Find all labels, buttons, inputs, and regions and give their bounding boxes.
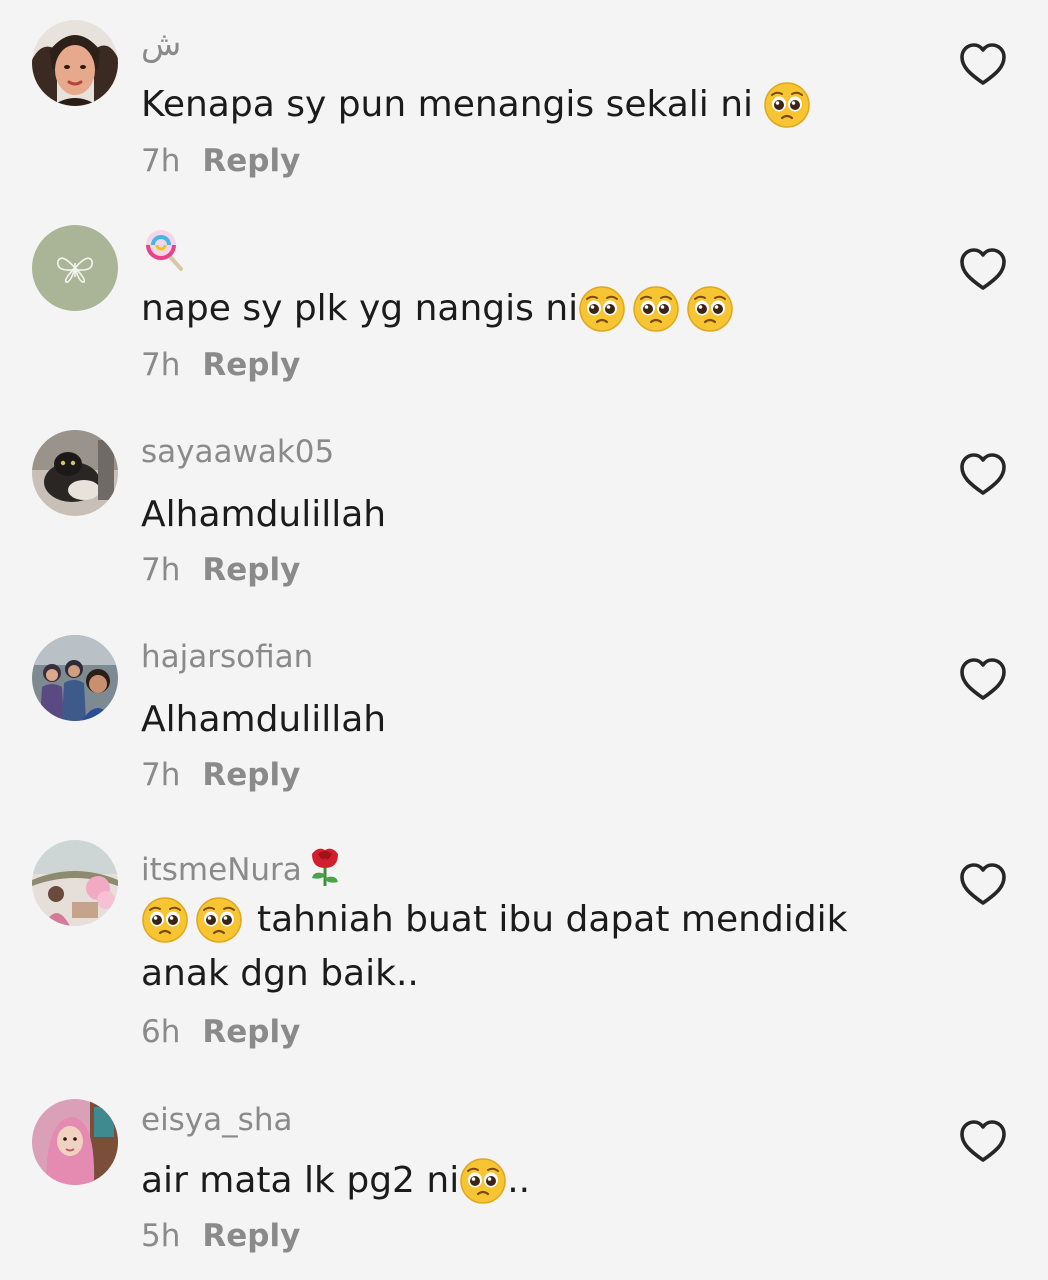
pleading-face-icon — [763, 81, 811, 129]
comment-time: 6h — [141, 1014, 181, 1050]
comment-item: eisya_sha air mata lk pg2 ni .. 5h Reply — [0, 1079, 1048, 1280]
avatar[interactable] — [32, 20, 118, 106]
comment-item: nape sy plk yg nangis ni 7h Reply — [0, 205, 1048, 410]
comment-username[interactable]: sayaawak05 — [141, 432, 334, 472]
heart-outline-icon[interactable] — [958, 656, 1008, 702]
comment-text: tahniah buat ibu dapat mendidik anak dgn… — [141, 893, 861, 1001]
avatar[interactable] — [32, 840, 118, 926]
comment-username[interactable]: hajarsofian — [141, 637, 313, 677]
comment-username[interactable]: eisya_sha — [141, 1100, 292, 1140]
comment-meta: 7h Reply — [141, 755, 300, 795]
comment-item: sayaawak05 Alhamdulillah 7h Reply — [0, 410, 1048, 615]
pleading-face-icon — [195, 896, 243, 944]
avatar[interactable] — [32, 1099, 118, 1185]
comment-text: Alhamdulillah — [141, 494, 387, 535]
comment-item: hajarsofian Alhamdulillah 7h Reply — [0, 615, 1048, 820]
heart-outline-icon[interactable] — [958, 861, 1008, 907]
comment-username[interactable]: itsmeNura — [141, 842, 346, 898]
comment-time: 7h — [141, 143, 181, 179]
comment-text: air mata lk pg2 ni .. — [141, 1155, 861, 1207]
reply-button[interactable]: Reply — [202, 347, 300, 383]
pleading-face-icon — [632, 285, 680, 333]
reply-button[interactable]: Reply — [202, 1218, 300, 1254]
reply-button[interactable]: Reply — [202, 1014, 300, 1050]
avatar[interactable] — [32, 430, 118, 516]
comment-text: Alhamdulillah — [141, 699, 387, 740]
comment-time: 5h — [141, 1218, 181, 1254]
avatar[interactable] — [32, 635, 118, 721]
heart-outline-icon[interactable] — [958, 1118, 1008, 1164]
comment-item: ش Kenapa sy pun menangis sekali ni 7h Rep… — [0, 0, 1048, 205]
comment-username[interactable]: ش — [141, 24, 181, 64]
pleading-face-icon — [141, 896, 189, 944]
reply-button[interactable]: Reply — [202, 757, 300, 793]
rose-icon — [304, 842, 346, 898]
avatar[interactable] — [32, 225, 118, 311]
reply-button[interactable]: Reply — [202, 143, 300, 179]
comment-username[interactable] — [141, 227, 187, 281]
comment-time: 7h — [141, 757, 181, 793]
heart-outline-icon[interactable] — [958, 451, 1008, 497]
pleading-face-icon — [459, 1157, 507, 1205]
pleading-face-icon — [686, 285, 734, 333]
comment-text: nape sy plk yg nangis ni — [141, 283, 861, 335]
comment-time: 7h — [141, 552, 181, 588]
comment-meta: 6h Reply — [141, 1012, 300, 1052]
reply-button[interactable]: Reply — [202, 552, 300, 588]
comment-time: 7h — [141, 347, 181, 383]
heart-outline-icon[interactable] — [958, 246, 1008, 292]
pleading-face-icon — [578, 285, 626, 333]
comment-meta: 7h Reply — [141, 141, 300, 181]
comment-item: itsmeNura tahniah buat ibu dapat mendidi… — [0, 820, 1048, 1080]
lollipop-icon — [143, 227, 187, 281]
comment-meta: 7h Reply — [141, 345, 300, 385]
comment-meta: 5h Reply — [141, 1216, 300, 1256]
comment-meta: 7h Reply — [141, 550, 300, 590]
comment-list: ش Kenapa sy pun menangis sekali ni 7h Rep… — [0, 0, 1048, 1280]
heart-outline-icon[interactable] — [958, 41, 1008, 87]
comment-text: Kenapa sy pun menangis sekali ni — [141, 79, 861, 131]
